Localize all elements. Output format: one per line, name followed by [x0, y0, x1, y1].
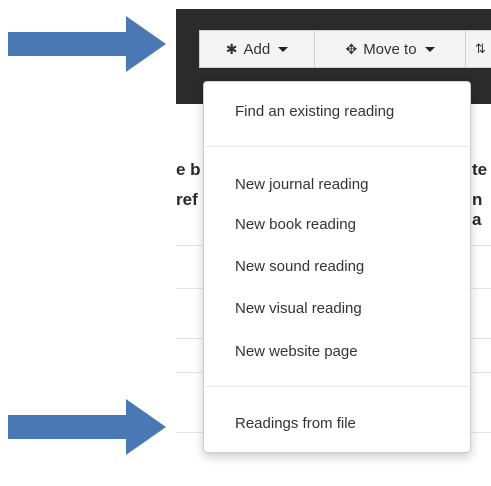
add-button[interactable]: ✱ Add [199, 30, 315, 68]
screenshot-stage: e b te ref n a ✱ Add ✥ Move to ⇅ Find an… [0, 0, 491, 486]
sort-button[interactable]: ⇅ [465, 30, 491, 68]
menu-item-new-sound-reading[interactable]: New sound reading [235, 258, 364, 275]
page-text-fragment: ref [176, 190, 198, 209]
chevron-down-icon [424, 46, 435, 52]
annotation-arrow-top [8, 16, 166, 72]
page-text-fragment: n a [472, 190, 483, 229]
page-text-fragment: te [472, 160, 488, 179]
page-text-fragment: e b [176, 160, 201, 179]
add-button-label: Add [243, 40, 271, 58]
asterisk-icon: ✱ [225, 40, 238, 57]
menu-item-new-book-reading[interactable]: New book reading [235, 216, 356, 233]
menu-item-new-visual-reading[interactable]: New visual reading [235, 300, 362, 317]
menu-divider [205, 386, 471, 387]
menu-item-new-website-page[interactable]: New website page [235, 343, 358, 360]
add-dropdown-menu: Find an existing reading New journal rea… [203, 81, 471, 453]
annotation-arrow-bottom [8, 399, 166, 455]
menu-item-readings-from-file[interactable]: Readings from file [235, 415, 356, 432]
menu-item-new-journal-reading[interactable]: New journal reading [235, 176, 368, 193]
menu-item-find-existing-reading[interactable]: Find an existing reading [235, 103, 394, 120]
sort-icon: ⇅ [475, 41, 486, 56]
move-to-button[interactable]: ✥ Move to [314, 30, 466, 68]
move-arrows-icon: ✥ [345, 40, 358, 57]
chevron-down-icon [278, 46, 289, 52]
menu-divider [205, 146, 471, 147]
move-to-button-label: Move to [363, 40, 417, 58]
